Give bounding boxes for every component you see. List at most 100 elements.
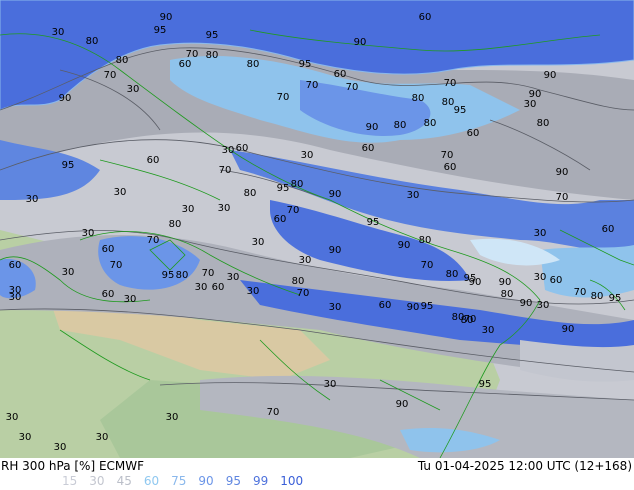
contour-label: 70 (444, 78, 457, 89)
legend-value: 45 (116, 474, 132, 488)
contour-label: 70 (421, 260, 434, 271)
humid-zone (540, 245, 634, 298)
contour-label: 80 (501, 289, 514, 300)
contour-label: 30 (52, 27, 65, 38)
contour-label: 90 (520, 298, 533, 309)
contour-label: 90 (354, 37, 367, 48)
contour-label: 80 (169, 219, 182, 230)
contour-label: 90 (544, 70, 557, 81)
valid-time: Tu 01-04-2025 12:00 UTC (12+168) (417, 459, 632, 473)
contour-label: 30 (227, 272, 240, 283)
contour-label: 80 (424, 118, 437, 129)
contour-label: 60 (444, 162, 457, 173)
contour-label: 60 (147, 155, 160, 166)
contour-label: 95 (464, 273, 477, 284)
contour-label: 60 (602, 224, 615, 235)
contour-label: 90 (329, 189, 342, 200)
legend-value: 90 (198, 474, 214, 488)
contour-label: 30 (6, 412, 19, 423)
contour-label: 70 (219, 165, 232, 176)
color-legend: 15 30 45 60 75 90 95 99 100 (62, 474, 315, 488)
contour-label: 90 (160, 12, 173, 23)
contour-label: 80 (452, 312, 465, 323)
contour-label: 80 (176, 270, 189, 281)
contour-label: 70 (464, 314, 477, 325)
contour-label: 70 (202, 268, 215, 279)
contour-label: 30 (182, 204, 195, 215)
contour-label: 70 (287, 205, 300, 216)
contour-label: 90 (407, 302, 420, 313)
contour-label: 90 (329, 245, 342, 256)
contour-label: 90 (59, 93, 72, 104)
contour-label: 70 (574, 287, 587, 298)
contour-label: 80 (244, 188, 257, 199)
contour-label: 70 (297, 288, 310, 299)
contour-label: 90 (396, 399, 409, 410)
contour-label: 70 (277, 92, 290, 103)
contour-label: 80 (292, 276, 305, 287)
contour-label: 30 (329, 302, 342, 313)
contour-label: 70 (346, 82, 359, 93)
contour-label: 30 (222, 145, 235, 156)
contour-label: 30 (19, 432, 32, 443)
contour-label: 60 (212, 282, 225, 293)
contour-label: 80 (419, 235, 432, 246)
contour-label: 30 (247, 286, 260, 297)
contour-label: 70 (186, 49, 199, 60)
contour-label: 30 (482, 325, 495, 336)
contour-label: 30 (114, 187, 127, 198)
contour-label: 80 (442, 97, 455, 108)
contour-label: 95 (454, 105, 467, 116)
contour-label: 80 (116, 55, 129, 66)
contour-label: 95 (162, 270, 175, 281)
contour-label: 60 (102, 244, 115, 255)
contour-label: 70 (441, 150, 454, 161)
contour-label: 80 (206, 50, 219, 61)
contour-label: 30 (524, 99, 537, 110)
contour-label: 80 (86, 36, 99, 47)
contour-label: 90 (499, 277, 512, 288)
contour-label: 60 (419, 12, 432, 23)
contour-label: 95 (154, 25, 167, 36)
contour-label: 80 (446, 269, 459, 280)
contour-label: 60 (274, 214, 287, 225)
legend-value: 75 (171, 474, 187, 488)
contour-label: 60 (334, 69, 347, 80)
contour-label: 80 (412, 93, 425, 104)
legend-value: 15 (62, 474, 78, 488)
contour-label: 70 (306, 80, 319, 91)
contour-label: 95 (62, 160, 75, 171)
contour-label: 95 (299, 59, 312, 70)
contour-label: 30 (299, 255, 312, 266)
legend-value: 99 (252, 474, 269, 488)
contour-label: 60 (102, 289, 115, 300)
contour-label: 80 (394, 120, 407, 131)
contour-label: 80 (247, 59, 260, 70)
contour-label: 30 (96, 432, 109, 443)
relative-humidity-map: 9095 9560308080706070 808090956090 80703070… (0, 0, 634, 458)
contour-label: 90 (398, 240, 411, 251)
map-title: RH 300 hPa [%] ECMWF (1, 459, 145, 473)
contour-label: 70 (110, 260, 123, 271)
contour-label: 30 (26, 194, 39, 205)
contour-label: 30 (62, 267, 75, 278)
contour-label: 60 (379, 300, 392, 311)
legend-value: 95 (225, 474, 241, 488)
contour-label: 70 (104, 70, 117, 81)
contour-label: 30 (82, 228, 95, 239)
contour-label: 80 (591, 291, 604, 302)
contour-label: 60 (467, 128, 480, 139)
contour-label: 90 (366, 122, 379, 133)
contour-label: 95 (609, 293, 622, 304)
map-footer: RH 300 hPa [%] ECMWF Tu 01-04-2025 12:00… (0, 458, 634, 490)
legend-value: 60 (143, 474, 160, 488)
contour-label: 30 (407, 190, 420, 201)
legend-value: 100 (280, 474, 304, 488)
contour-label: 30 (252, 237, 265, 248)
contour-label: 30 (537, 300, 550, 311)
contour-label: 30 (54, 442, 67, 453)
contour-label: 90 (562, 324, 575, 335)
contour-label: 90 (556, 167, 569, 178)
contour-label: 95 (367, 217, 380, 228)
contour-label: 70 (147, 235, 160, 246)
